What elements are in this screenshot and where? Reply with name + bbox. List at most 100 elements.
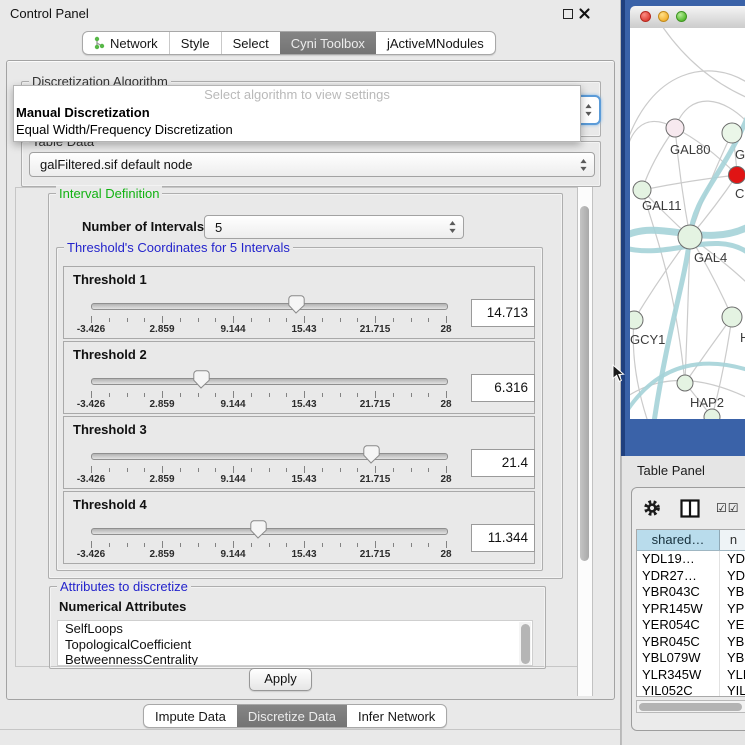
window-minimize-button[interactable]: [658, 11, 669, 22]
slider-tick: [162, 391, 163, 398]
column-header-shared-name[interactable]: shared…: [637, 530, 720, 550]
table-panel-window: ☑☑ shared…nYDL19…YDL19YDR27…YDR27YBR043C…: [631, 487, 745, 731]
table-row[interactable]: YDR27…YDR27: [637, 568, 745, 585]
slider-thumb[interactable]: [362, 445, 380, 464]
attributes-group: Attributes to discretize Numerical Attri…: [49, 586, 546, 669]
cyni-toolbox-panel: Discretization Algorithm Select algorith…: [6, 60, 615, 700]
slider-tick-label: 9.144: [203, 474, 263, 485]
slider-tick: [286, 393, 287, 397]
slider-thumb[interactable]: [249, 520, 267, 539]
network-node[interactable]: [678, 225, 702, 249]
slider-tick: [375, 466, 376, 473]
network-window-titlebar[interactable]: [630, 6, 745, 29]
tab-discretize-data[interactable]: Discretize Data: [237, 705, 347, 727]
mouse-cursor: [612, 364, 625, 383]
tab-style[interactable]: Style: [169, 32, 221, 54]
network-node[interactable]: [729, 167, 745, 184]
float-panel-icon[interactable]: [563, 9, 573, 19]
cell-name: YER05: [719, 617, 745, 634]
number-of-intervals-label: Number of Intervals: [82, 219, 204, 234]
dropdown-option-equal-width-frequency-discretization[interactable]: Equal Width/Frequency Discretization: [14, 121, 580, 138]
control-panel: Control Panel NetworkStyleSelectCyni Too…: [0, 0, 621, 745]
network-canvas[interactable]: GAL80GACGAL11GAL4GCY1HHAP2: [630, 28, 745, 419]
tab-impute-data[interactable]: Impute Data: [144, 705, 237, 727]
tab-network[interactable]: Network: [83, 32, 169, 54]
slider-tick-label: 28: [416, 324, 476, 335]
numerical-attributes-list[interactable]: SelfLoopsTopologicalCoefficientBetweenne…: [57, 620, 533, 666]
vertical-scrollbar[interactable]: [577, 187, 593, 696]
slider-track[interactable]: [91, 303, 448, 310]
tab-cyni-toolbox[interactable]: Cyni Toolbox: [280, 32, 376, 54]
threshold-value-field[interactable]: 6.316: [471, 374, 535, 402]
gear-icon[interactable]: [643, 499, 661, 517]
slider-tick-label: 15.43: [274, 399, 334, 410]
number-of-intervals-combobox[interactable]: 5: [204, 215, 464, 239]
horizontal-scrollbar[interactable]: [636, 700, 745, 713]
slider-tick: [322, 543, 323, 547]
table-header-row: shared…n: [637, 530, 745, 551]
table-row[interactable]: YBR045CYBR04: [637, 634, 745, 651]
cell-name: YBL07: [719, 650, 745, 667]
attribute-item-betweennesscentrality[interactable]: BetweennessCentrality: [58, 652, 532, 666]
threshold-value-field[interactable]: 21.4: [471, 449, 535, 477]
slider-tick: [393, 318, 394, 322]
column-header-name[interactable]: n: [720, 530, 745, 550]
network-node[interactable]: [633, 181, 651, 199]
attribute-item-topologicalcoefficient[interactable]: TopologicalCoefficient: [58, 637, 532, 653]
slider-thumb[interactable]: [192, 370, 210, 389]
table-row[interactable]: YBL079WYBL07: [637, 650, 745, 667]
slider-tick: [304, 541, 305, 548]
tab-jactivemnodules[interactable]: jActiveMNodules: [376, 32, 495, 54]
table-row[interactable]: YBR043CYBR04: [637, 584, 745, 601]
table-data-combobox[interactable]: galFiltered.sif default node: [29, 152, 595, 177]
slider-tick: [393, 543, 394, 547]
dropdown-option-manual-discretization[interactable]: Manual Discretization: [14, 104, 580, 121]
table-row[interactable]: YLR345WYLR34: [637, 667, 745, 684]
cell-name: YBR04: [719, 634, 745, 651]
window-zoom-button[interactable]: [676, 11, 687, 22]
slider-track[interactable]: [91, 378, 448, 385]
network-node[interactable]: [630, 311, 643, 329]
slider-tick-label: 9.144: [203, 324, 263, 335]
dropdown-hint-option[interactable]: Select algorithm to view settings: [14, 86, 580, 104]
split-columns-icon[interactable]: [680, 499, 700, 518]
network-desktop: GAL80GACGAL11GAL4GCY1HHAP2: [621, 0, 745, 456]
scrollbar-thumb[interactable]: [639, 703, 742, 711]
list-scrollbar[interactable]: [519, 622, 531, 666]
cell-shared-name: YDR27…: [637, 568, 719, 585]
slider-tick: [233, 316, 234, 323]
network-node[interactable]: [722, 123, 742, 143]
tab-label: Select: [233, 36, 269, 51]
scrollbar-thumb[interactable]: [580, 206, 589, 561]
slider-tick: [375, 541, 376, 548]
slider-track[interactable]: [91, 453, 448, 460]
slider-thumb[interactable]: [287, 295, 305, 314]
table-row[interactable]: YIL052CYIL05: [637, 683, 745, 697]
attribute-item-selfloops[interactable]: SelfLoops: [58, 621, 532, 637]
slider-tick: [428, 543, 429, 547]
slider-tick: [144, 393, 145, 397]
network-node[interactable]: [666, 119, 684, 137]
tab-select[interactable]: Select: [221, 32, 280, 54]
scrollbar-thumb[interactable]: [521, 624, 530, 664]
close-panel-icon[interactable]: [579, 8, 590, 19]
tab-infer-network[interactable]: Infer Network: [347, 705, 446, 727]
threshold-value-field[interactable]: 14.713: [471, 299, 535, 327]
threshold-value-field[interactable]: 11.344: [471, 524, 535, 552]
slider-tick: [340, 393, 341, 397]
slider-tick-label: 2.859: [132, 474, 192, 485]
node-label-h: H: [740, 330, 745, 345]
table-row[interactable]: YDL19…YDL19: [637, 551, 745, 568]
cell-name: YPR14: [719, 601, 745, 618]
apply-button[interactable]: Apply: [249, 668, 312, 691]
node-attribute-table[interactable]: shared…nYDL19…YDL19YDR27…YDR27YBR043CYBR…: [636, 529, 745, 697]
slider-track[interactable]: [91, 528, 448, 535]
slider-tick: [215, 543, 216, 547]
table-row[interactable]: YPR145WYPR14: [637, 601, 745, 618]
network-node[interactable]: [677, 375, 693, 391]
window-close-button[interactable]: [640, 11, 651, 22]
table-row[interactable]: YER054CYER05: [637, 617, 745, 634]
checkbox-filter-icons[interactable]: ☑☑: [716, 501, 740, 515]
slider-tick: [357, 318, 358, 322]
network-node[interactable]: [722, 307, 742, 327]
